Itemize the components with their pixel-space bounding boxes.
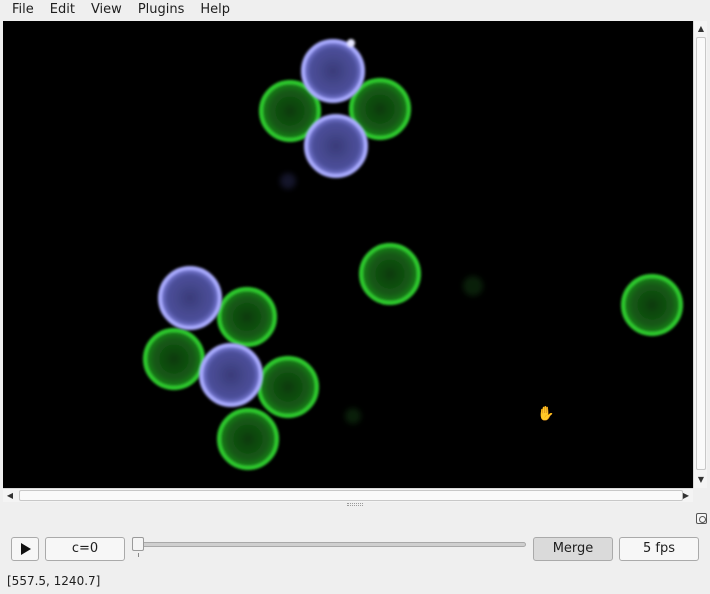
- scroll-left-icon[interactable]: ◀: [3, 489, 17, 502]
- image-canvas[interactable]: ✋: [3, 21, 693, 488]
- merge-button[interactable]: Merge: [533, 537, 613, 561]
- scroll-right-icon[interactable]: ▶: [679, 489, 693, 502]
- cursor-coordinates: [557.5, 1240.7]: [7, 574, 101, 588]
- options-icon[interactable]: [696, 513, 707, 524]
- channel-slider[interactable]: [135, 542, 526, 547]
- scroll-up-icon[interactable]: ▲: [694, 21, 708, 35]
- vertical-scroll-thumb[interactable]: [696, 37, 706, 470]
- image-viewer-window: File Edit View Plugins Help ✋ ▲ ▼ ◀ ▶ c=…: [0, 0, 710, 594]
- play-button[interactable]: [11, 537, 39, 561]
- menu-view[interactable]: View: [83, 0, 130, 20]
- channel-slider-handle[interactable]: [132, 537, 144, 551]
- play-icon: [21, 543, 31, 555]
- slider-tick: [138, 553, 139, 557]
- fps-button[interactable]: 5 fps: [619, 537, 699, 561]
- menu-file[interactable]: File: [4, 0, 42, 20]
- hand-cursor-icon: ✋: [537, 406, 555, 422]
- horizontal-scroll-thumb[interactable]: [19, 490, 683, 501]
- menu-help[interactable]: Help: [192, 0, 238, 20]
- microscopy-image: [3, 21, 693, 488]
- scroll-down-icon[interactable]: ▼: [694, 472, 708, 486]
- menu-bar: File Edit View Plugins Help: [0, 0, 710, 20]
- horizontal-scrollbar[interactable]: ◀ ▶: [3, 488, 693, 502]
- vertical-scrollbar[interactable]: ▲ ▼: [693, 21, 707, 488]
- channel-button[interactable]: c=0: [45, 537, 125, 561]
- menu-edit[interactable]: Edit: [42, 0, 83, 20]
- splitter-grip[interactable]: [347, 503, 363, 506]
- menu-plugins[interactable]: Plugins: [130, 0, 193, 20]
